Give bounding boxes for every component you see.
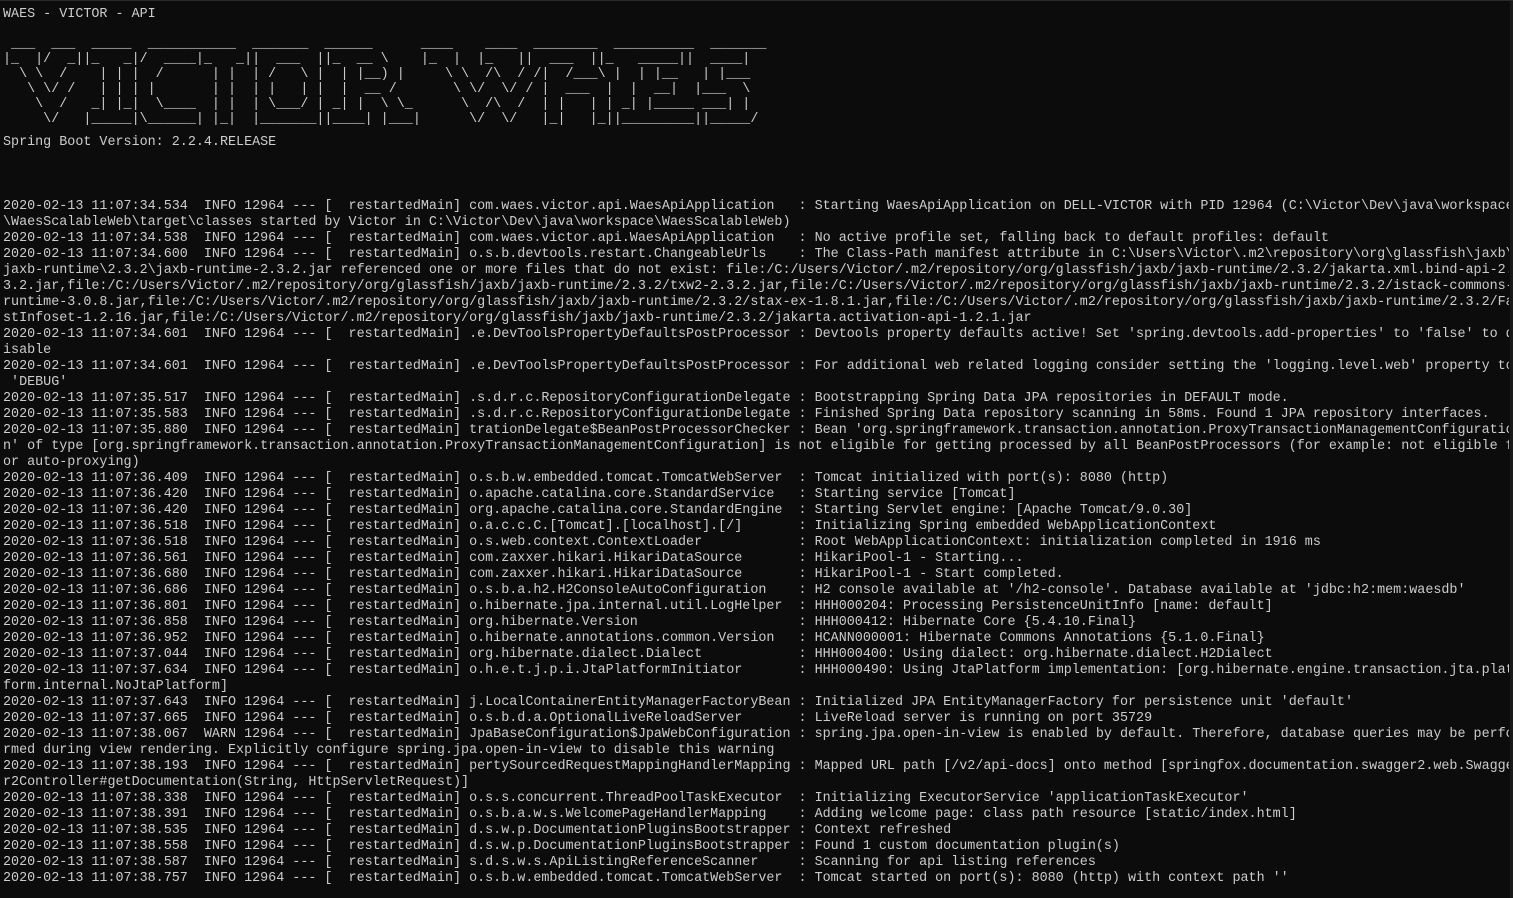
log-line: 2020-02-13 11:07:38.757 INFO 12964 --- [… (3, 871, 1289, 886)
log-line: 2020-02-13 11:07:37.643 INFO 12964 --- [… (3, 695, 1353, 710)
banner-line: |_ |/ _||_ _|/ ____|_ _|| ___ ||_ __ \ |… (3, 52, 751, 67)
log-line: 'DEBUG' (3, 375, 68, 390)
log-line: 2020-02-13 11:07:34.601 INFO 12964 --- [… (3, 359, 1509, 374)
log-line: 2020-02-13 11:07:38.391 INFO 12964 --- [… (3, 807, 1297, 822)
log-line: 2020-02-13 11:07:36.952 INFO 12964 --- [… (3, 631, 1265, 646)
log-line: 2020-02-13 11:07:36.409 INFO 12964 --- [… (3, 471, 1169, 486)
banner-line: \/ |_____|\______| |_| |_______||____| |… (3, 112, 767, 127)
log-line: 2020-02-13 11:07:38.587 INFO 12964 --- [… (3, 855, 1096, 870)
log-line: 2020-02-13 11:07:36.518 INFO 12964 --- [… (3, 535, 1321, 550)
log-line: 2020-02-13 11:07:38.558 INFO 12964 --- [… (3, 839, 1120, 854)
banner-line: ___ ___ _____ ___________ _______ ______… (3, 37, 775, 52)
log-line: stInfoset-1.2.16.jar,file:/C:/Users/Vict… (3, 311, 1032, 326)
log-line: 2020-02-13 11:07:34.534 INFO 12964 --- [… (3, 199, 1509, 214)
log-line: 2020-02-13 11:07:35.583 INFO 12964 --- [… (3, 407, 1490, 422)
banner-line: \ \ / | | | / | | | / \ | | |__) | \ \ /… (3, 67, 767, 82)
log-line: 2020-02-13 11:07:38.067 WARN 12964 --- [… (3, 727, 1509, 742)
log-line: 2020-02-13 11:07:37.665 INFO 12964 --- [… (3, 711, 1153, 726)
log-line: 2020-02-13 11:07:36.686 INFO 12964 --- [… (3, 583, 1466, 598)
log-line: jaxb-runtime\2.3.2\jaxb-runtime-2.3.2.ja… (3, 263, 1509, 278)
log-line: rmed during view rendering. Explicitly c… (3, 743, 775, 758)
console-title: WAES - VICTOR - API (3, 7, 156, 22)
log-line: 2020-02-13 11:07:38.338 INFO 12964 --- [… (3, 791, 1249, 806)
log-line: 2020-02-13 11:07:38.193 INFO 12964 --- [… (3, 759, 1509, 774)
console-window[interactable]: WAES - VICTOR - API ___ ___ _____ ______… (0, 0, 1513, 898)
log-line: isable (3, 343, 52, 358)
log-line: 2020-02-13 11:07:36.561 INFO 12964 --- [… (3, 551, 1024, 566)
log-line: 2020-02-13 11:07:36.801 INFO 12964 --- [… (3, 599, 1273, 614)
log-line: 2020-02-13 11:07:38.535 INFO 12964 --- [… (3, 823, 952, 838)
log-line: 2020-02-13 11:07:34.601 INFO 12964 --- [… (3, 327, 1509, 342)
log-line: runtime-3.0.8.jar,file:/C:/Users/Victor/… (3, 295, 1509, 310)
log-line: 3.2.jar,file:/C:/Users/Victor/.m2/reposi… (3, 279, 1509, 294)
log-line: r2Controller#getDocumentation(String, Ht… (3, 775, 470, 790)
log-line: 2020-02-13 11:07:36.420 INFO 12964 --- [… (3, 503, 1193, 518)
ascii-banner: ___ ___ _____ ___________ _______ ______… (3, 37, 774, 127)
spring-boot-version: Spring Boot Version: 2.2.4.RELEASE (3, 135, 277, 150)
log-line: 2020-02-13 11:07:34.538 INFO 12964 --- [… (3, 231, 1329, 246)
log-line: form.internal.NoJtaPlatform] (3, 679, 228, 694)
log-line: 2020-02-13 11:07:36.858 INFO 12964 --- [… (3, 615, 1137, 630)
log-line: 2020-02-13 11:07:35.517 INFO 12964 --- [… (3, 391, 1289, 406)
log-line: 2020-02-13 11:07:37.044 INFO 12964 --- [… (3, 647, 1273, 662)
log-line: 2020-02-13 11:07:36.518 INFO 12964 --- [… (3, 519, 1217, 534)
log-line: 2020-02-13 11:07:37.634 INFO 12964 --- [… (3, 663, 1509, 678)
banner-line: \ \/ / | | | | | | | | | | | __ / \ \/ \… (3, 82, 759, 97)
banner-line: \ / _| |_| \____ | | | \___/ | _| | \ \_… (3, 97, 759, 112)
log-line: \WaesScalableWeb\target\classes started … (3, 215, 791, 230)
log-line: 2020-02-13 11:07:34.600 INFO 12964 --- [… (3, 247, 1509, 262)
log-line: n' of type [org.springframework.transact… (3, 439, 1509, 454)
log-line: 2020-02-13 11:07:36.680 INFO 12964 --- [… (3, 567, 1064, 582)
log-line: 2020-02-13 11:07:36.420 INFO 12964 --- [… (3, 487, 1016, 502)
log-output[interactable]: 2020-02-13 11:07:34.534 INFO 12964 --- [… (3, 199, 1509, 887)
log-line: or auto-proxying) (3, 455, 140, 470)
log-line: 2020-02-13 11:07:35.880 INFO 12964 --- [… (3, 423, 1509, 438)
